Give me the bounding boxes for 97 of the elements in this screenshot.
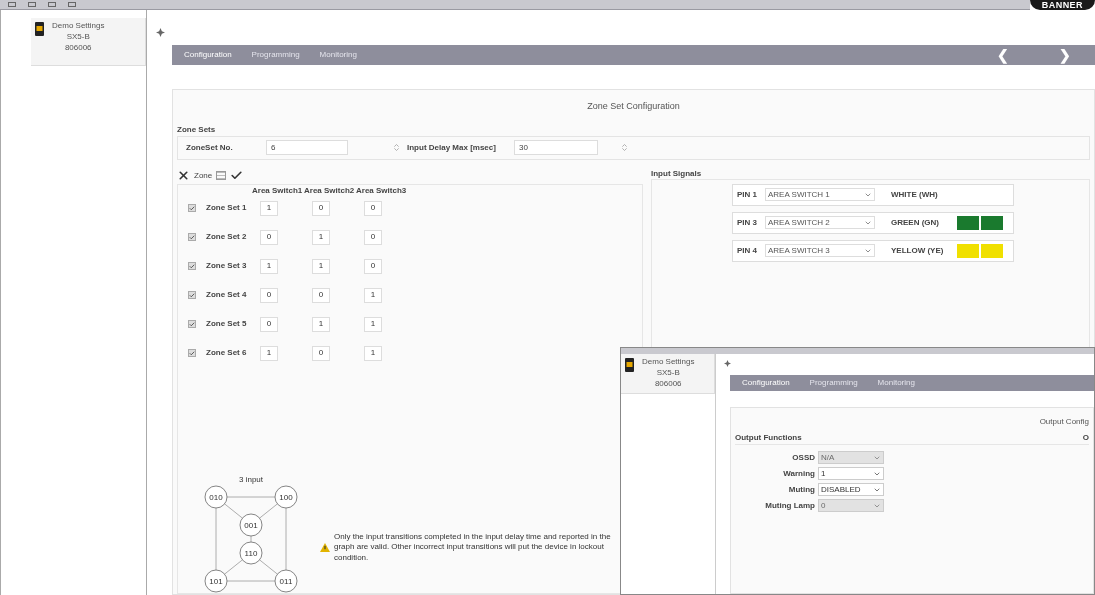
toolbar-icon[interactable] bbox=[48, 2, 56, 7]
field-label: Input Delay Max [msec] bbox=[407, 141, 497, 154]
value-field[interactable]: 0 bbox=[312, 345, 330, 361]
panel-title: Output Config bbox=[1039, 416, 1089, 428]
value-field[interactable]: 1 bbox=[364, 316, 382, 332]
graph-node: 101 bbox=[204, 569, 228, 593]
value-field[interactable]: 0 bbox=[312, 200, 330, 216]
group-title: Zone bbox=[194, 169, 213, 182]
device-card[interactable]: Demo Settings SX5-B 806006 bbox=[621, 354, 715, 394]
checkbox[interactable] bbox=[188, 204, 196, 212]
value-field[interactable]: 0 bbox=[260, 316, 278, 332]
section-title: Output Functions bbox=[735, 432, 802, 444]
graph-edge bbox=[250, 535, 252, 543]
graph-edge bbox=[226, 580, 276, 582]
graph-node: 011 bbox=[274, 569, 298, 593]
pin-label: PIN 1 bbox=[737, 188, 758, 201]
dropdown[interactable]: AREA SWITCH 1 bbox=[765, 188, 875, 201]
graph-node: 110 bbox=[239, 541, 263, 565]
pin-icon[interactable] bbox=[724, 360, 731, 367]
toolbar-icon[interactable] bbox=[28, 2, 36, 7]
value-field[interactable]: 1 bbox=[364, 345, 382, 361]
pin-icon[interactable] bbox=[156, 28, 165, 37]
value-field[interactable]: 1 bbox=[312, 229, 330, 245]
warning-text: Only the input transitions completed in the input delay time and reported in the graph are valid. Other incorrect input transitions will put the device in lockout condition. bbox=[334, 531, 612, 563]
close-icon[interactable] bbox=[177, 169, 190, 182]
checkbox[interactable] bbox=[188, 262, 196, 270]
column-header: Area Switch1 bbox=[252, 184, 304, 197]
device-name: Demo Settings bbox=[642, 358, 695, 366]
field-label: Warning bbox=[782, 467, 815, 480]
wire-color-label: YELLOW (YE) bbox=[891, 244, 945, 257]
section-title: Input Signals bbox=[651, 167, 703, 179]
pin-label: PIN 4 bbox=[737, 244, 758, 257]
device-card[interactable]: Demo Settings SX5-B 806006 bbox=[31, 18, 146, 66]
value-field[interactable]: 0 bbox=[364, 229, 382, 245]
sensor-icon bbox=[35, 22, 44, 36]
graph-node: 010 bbox=[204, 485, 228, 509]
dropdown[interactable]: 1 bbox=[818, 467, 884, 480]
value-field[interactable]: 0 bbox=[312, 287, 330, 303]
graph-edge bbox=[259, 559, 278, 575]
value-field[interactable]: 0 bbox=[260, 229, 278, 245]
section-title: Zone Sets bbox=[177, 123, 217, 136]
value-field[interactable]: 0 bbox=[364, 258, 382, 274]
field-label: Muting bbox=[787, 483, 815, 496]
zoneset-field[interactable]: 6 bbox=[266, 140, 348, 155]
graph-edge bbox=[224, 559, 243, 575]
row-label: Zone Set 2 bbox=[206, 231, 248, 243]
row-label: Zone Set 6 bbox=[206, 347, 248, 359]
row-label: Zone Set 5 bbox=[206, 318, 248, 330]
field-label: ZoneSet No. bbox=[186, 141, 234, 154]
device-serial: 806006 bbox=[64, 44, 92, 52]
grid-icon[interactable] bbox=[216, 171, 227, 180]
value-field[interactable]: 1 bbox=[260, 200, 278, 216]
value-field[interactable]: 1 bbox=[312, 258, 330, 274]
row-label: Zone Set 4 bbox=[206, 289, 248, 301]
column-header: Area Switch3 bbox=[356, 184, 408, 197]
value-field[interactable]: 1 bbox=[260, 258, 278, 274]
check-icon[interactable] bbox=[230, 169, 244, 182]
graph-edge bbox=[226, 496, 276, 498]
graph-edge bbox=[285, 507, 287, 571]
checkbox[interactable] bbox=[188, 320, 196, 328]
value-field[interactable]: 1 bbox=[260, 345, 278, 361]
pin-label: PIN 3 bbox=[737, 216, 758, 229]
wire-color-label: GREEN (GN) bbox=[891, 216, 940, 229]
row-label: Zone Set 1 bbox=[206, 202, 248, 214]
graph-title: 3 input bbox=[239, 475, 263, 484]
toolbar-icon[interactable] bbox=[8, 2, 16, 7]
value-field[interactable]: 1 bbox=[312, 316, 330, 332]
checkbox[interactable] bbox=[188, 233, 196, 241]
graph-node: 100 bbox=[274, 485, 298, 509]
wire-color-label: WHITE (WH) bbox=[891, 188, 939, 201]
checkbox[interactable] bbox=[188, 349, 196, 357]
graph-node: 001 bbox=[239, 513, 263, 537]
panel-title: Zone Set Configuration bbox=[587, 100, 680, 113]
toolbar-icon[interactable] bbox=[68, 2, 76, 7]
graph-edge bbox=[224, 503, 243, 519]
warning-icon bbox=[320, 542, 330, 552]
delay-field[interactable]: 30 bbox=[514, 140, 598, 155]
value-field[interactable]: 1 bbox=[364, 287, 382, 303]
field-label: Muting Lamp bbox=[764, 499, 815, 512]
checkbox[interactable] bbox=[188, 291, 196, 299]
sensor-icon bbox=[625, 358, 634, 372]
graph-edge bbox=[259, 503, 278, 519]
row-label: Zone Set 3 bbox=[206, 260, 248, 272]
dropdown[interactable]: DISABLED bbox=[818, 483, 884, 496]
device-model: SX5-B bbox=[656, 369, 680, 377]
section-title: O bbox=[1082, 432, 1089, 444]
graph-edge bbox=[215, 507, 217, 571]
value-field[interactable]: 0 bbox=[260, 287, 278, 303]
device-model: SX5-B bbox=[66, 33, 90, 41]
logo: BANNER bbox=[1029, 0, 1095, 10]
dropdown[interactable]: AREA SWITCH 2 bbox=[765, 216, 875, 229]
column-header: Area Switch2 bbox=[304, 184, 356, 197]
dropdown[interactable]: AREA SWITCH 3 bbox=[765, 244, 875, 257]
device-serial: 806006 bbox=[654, 380, 682, 388]
value-field[interactable]: 0 bbox=[364, 200, 382, 216]
field-label: OSSD bbox=[791, 451, 815, 464]
device-name: Demo Settings bbox=[52, 22, 105, 30]
